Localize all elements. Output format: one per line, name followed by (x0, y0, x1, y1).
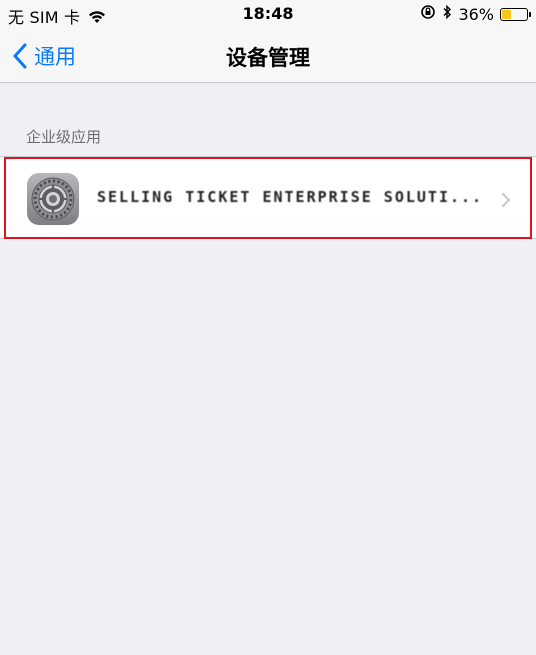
battery-percent: 36% (458, 4, 494, 24)
navigation-bar: 通用 设备管理 (0, 30, 536, 83)
section-header: 企业级应用 (26, 128, 102, 146)
app-name: SELLING TICKET ENTERPRISE SOLUTI... (97, 188, 484, 206)
battery-icon (500, 7, 531, 21)
chevron-right-icon (502, 193, 510, 207)
bluetooth-icon (442, 4, 452, 24)
list-item[interactable]: SELLING TICKET ENTERPRISE SOLUTI... (4, 157, 532, 239)
settings-gear-icon (27, 173, 79, 225)
enterprise-app-list: SELLING TICKET ENTERPRISE SOLUTI... (0, 156, 536, 239)
battery-fill (502, 9, 511, 19)
status-indicators: 36% (420, 4, 531, 24)
rotation-lock-icon (420, 4, 436, 24)
status-bar: 无 SIM 卡 18:48 36% (0, 0, 536, 30)
page-title: 设备管理 (226, 46, 310, 70)
